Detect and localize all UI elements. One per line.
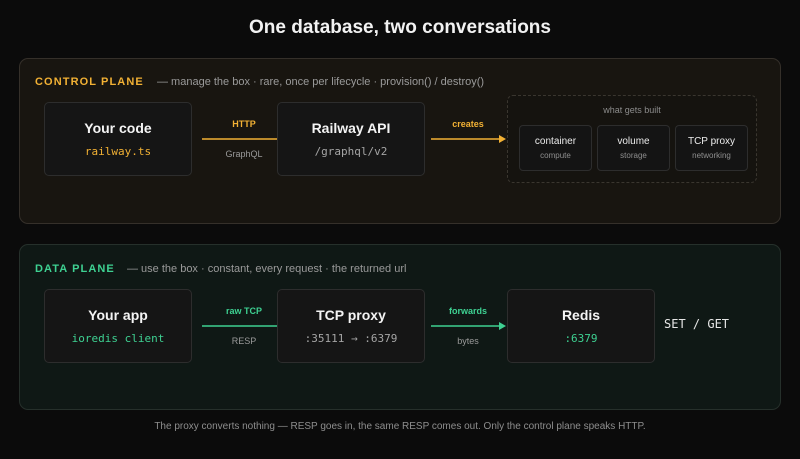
built-heading: what gets built	[603, 105, 661, 115]
data-plane-panel: DATA PLANE — use the box · constant, eve…	[19, 244, 781, 410]
node-name: Railway API	[311, 120, 391, 136]
tcp-proxy-node: TCP proxy :35111 → :6379	[277, 289, 425, 363]
arrow-label: HTTP	[232, 119, 256, 129]
forwards-arrow: forwards bytes	[429, 306, 507, 346]
container-chip: container compute	[519, 125, 592, 171]
chip-name: volume	[617, 136, 650, 147]
control-plane-panel: CONTROL PLANE — manage the box · rare, o…	[19, 58, 781, 224]
your-app-node: Your app ioredis client	[44, 289, 192, 363]
node-name: Your app	[88, 307, 148, 323]
node-name: TCP proxy	[316, 307, 386, 323]
chip-sub: storage	[620, 151, 647, 160]
raw-tcp-arrow: raw TCP RESP	[200, 306, 288, 346]
chip-name: container	[534, 136, 577, 147]
creates-arrow: creates	[429, 119, 507, 157]
arrow-label: raw TCP	[225, 306, 262, 316]
node-sub: :6379	[564, 332, 598, 345]
arrow-sublabel: RESP	[231, 336, 257, 346]
arrow-sublabel: bytes	[457, 336, 479, 346]
commands-label: SET / GET	[664, 317, 730, 331]
control-plane-description: — manage the box · rare, once per lifecy…	[157, 76, 485, 88]
node-name: Redis	[561, 307, 601, 323]
diagram-title: One database, two conversations	[249, 17, 551, 38]
chip-sub: networking	[692, 151, 731, 160]
chip-sub: compute	[540, 151, 571, 160]
node-sub: /graphql/v2	[314, 145, 388, 158]
arrow-right-icon	[431, 135, 506, 143]
redis-node: Redis :6379	[507, 289, 655, 363]
arrow-label: forwards	[448, 306, 487, 316]
arrow-right-icon	[202, 135, 287, 143]
arrow-sublabel: GraphQL	[225, 149, 263, 159]
volume-chip: volume storage	[597, 125, 670, 171]
http-arrow: HTTP GraphQL	[200, 119, 288, 159]
chip-name: TCP proxy	[687, 136, 736, 147]
arrow-right-icon	[202, 322, 287, 330]
what-gets-built-group: what gets built container compute volume…	[507, 95, 757, 183]
footer-note: The proxy converts nothing — RESP goes i…	[154, 421, 646, 432]
control-plane-label: CONTROL PLANE	[35, 76, 144, 88]
node-sub: railway.ts	[84, 145, 152, 158]
railway-api-node: Railway API /graphql/v2	[277, 102, 425, 176]
node-name: Your code	[84, 120, 152, 136]
arrow-label: creates	[452, 119, 484, 129]
node-sub: :35111 → :6379	[304, 332, 398, 345]
arrow-right-icon	[431, 322, 506, 330]
your-code-node: Your code railway.ts	[44, 102, 192, 176]
node-sub: ioredis client	[71, 332, 165, 345]
data-plane-label: DATA PLANE	[35, 263, 115, 275]
tcp-proxy-chip: TCP proxy networking	[675, 125, 748, 171]
data-plane-description: — use the box · constant, every request …	[127, 263, 407, 275]
